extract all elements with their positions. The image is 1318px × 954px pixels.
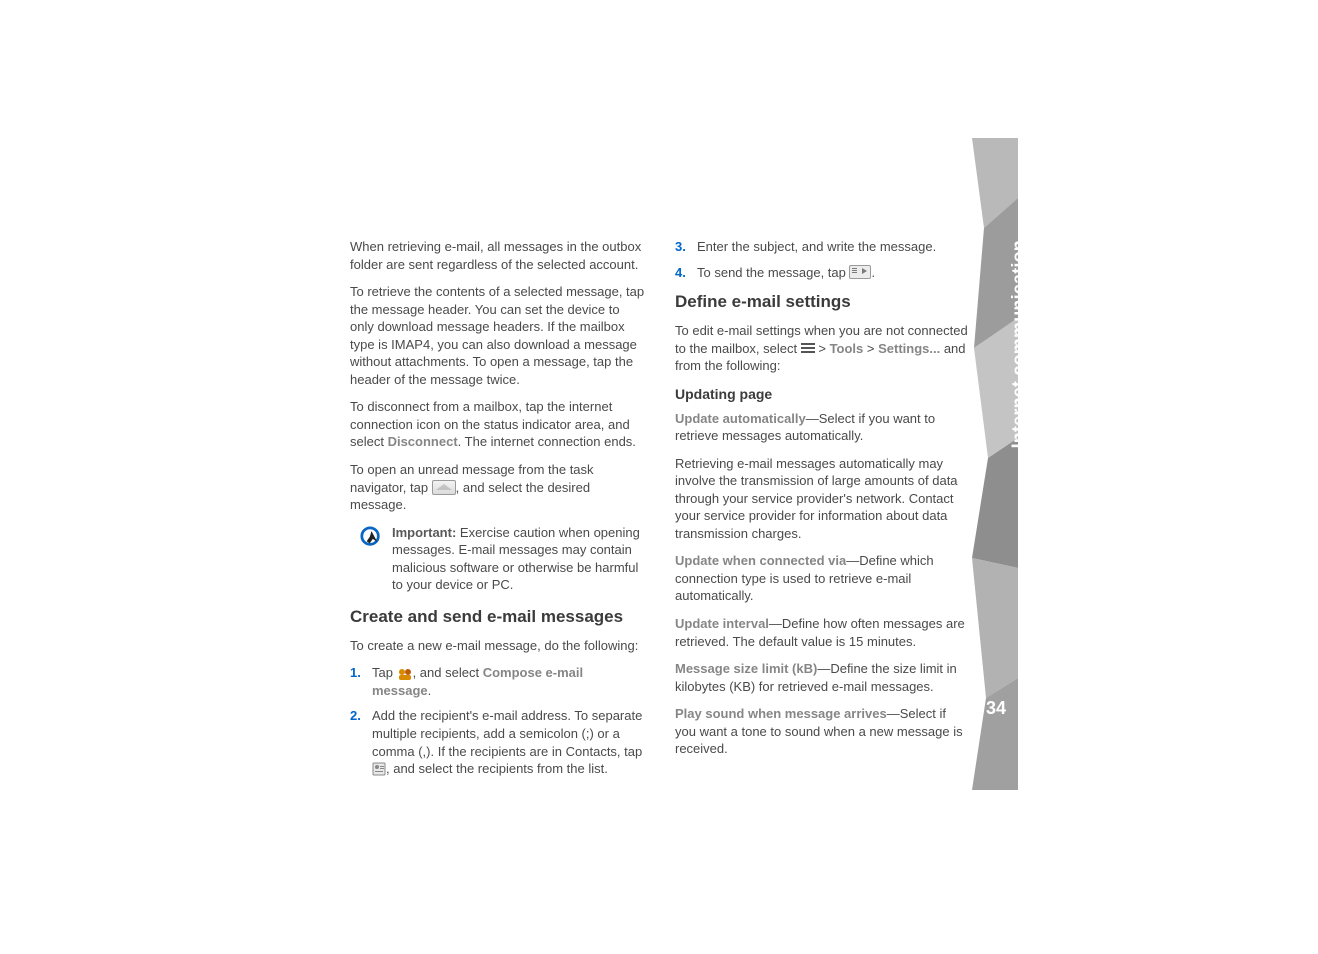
heading-updating-page: Updating page	[675, 385, 970, 404]
text: Enter the subject, and write the message…	[697, 239, 936, 254]
option-row: Update when connected via—Define which c…	[675, 552, 970, 605]
step-number: 3.	[675, 238, 686, 256]
paragraph: When retrieving e-mail, all messages in …	[350, 238, 645, 273]
side-graphic	[972, 138, 1018, 790]
left-column: When retrieving e-mail, all messages in …	[350, 238, 645, 788]
text: .	[428, 683, 432, 698]
text: Add the recipient's e-mail address. To s…	[372, 708, 642, 758]
list-item: 2. Add the recipient's e-mail address. T…	[350, 707, 645, 777]
heading-define-settings: Define e-mail settings	[675, 291, 970, 314]
text: , and select	[413, 665, 483, 680]
contacts-card-icon	[372, 762, 386, 776]
page-number: 34	[986, 698, 1006, 719]
menu-label-settings: Settings...	[878, 341, 940, 356]
paragraph: To create a new e-mail message, do the f…	[350, 637, 645, 655]
content-columns: When retrieving e-mail, all messages in …	[350, 238, 970, 788]
paragraph: Retrieving e-mail messages automatically…	[675, 455, 970, 543]
envelope-dropdown-icon	[432, 480, 456, 495]
option-label: Play sound when message arrives	[675, 706, 887, 721]
steps-list: 1. Tap , and select Compose e-mail messa…	[350, 664, 645, 777]
important-note: Important: Exercise caution when opening…	[350, 524, 645, 594]
step-number: 4.	[675, 264, 686, 282]
option-label: Update interval	[675, 616, 769, 631]
important-text: Important: Exercise caution when opening…	[392, 524, 645, 594]
list-item: 4. To send the message, tap .	[675, 264, 970, 282]
option-label: Update when connected via	[675, 553, 846, 568]
option-label: Message size limit (kB)	[675, 661, 817, 676]
step-number: 2.	[350, 707, 361, 725]
menu-label-tools: Tools	[830, 341, 864, 356]
steps-list-cont: 3. Enter the subject, and write the mess…	[675, 238, 970, 281]
text: , and select the recipients from the lis…	[386, 761, 608, 776]
text: To send the message, tap	[697, 265, 849, 280]
paragraph: To open an unread message from the task …	[350, 461, 645, 514]
right-column: 3. Enter the subject, and write the mess…	[675, 238, 970, 788]
list-item: 3. Enter the subject, and write the mess…	[675, 238, 970, 256]
menu-label-disconnect: Disconnect	[388, 434, 458, 449]
option-row: Update automatically—Select if you want …	[675, 410, 970, 445]
paragraph: To disconnect from a mailbox, tap the in…	[350, 398, 645, 451]
important-label: Important:	[392, 525, 456, 540]
option-label: Update automatically	[675, 411, 806, 426]
text: . The internet connection ends.	[458, 434, 636, 449]
text: .	[871, 265, 875, 280]
paragraph: To edit e-mail settings when you are not…	[675, 322, 970, 375]
important-icon	[360, 524, 382, 594]
heading-create-send: Create and send e-mail messages	[350, 606, 645, 629]
menu-icon	[801, 343, 815, 353]
step-number: 1.	[350, 664, 361, 682]
send-icon	[849, 265, 871, 279]
paragraph: To retrieve the contents of a selected m…	[350, 283, 645, 388]
contacts-app-icon	[397, 667, 413, 679]
option-row: Update interval—Define how often message…	[675, 615, 970, 650]
section-title-vertical: Internet communication	[1008, 240, 1029, 448]
page: When retrieving e-mail, all messages in …	[0, 0, 1318, 954]
option-row: Message size limit (kB)—Define the size …	[675, 660, 970, 695]
text: Tap	[372, 665, 397, 680]
list-item: 1. Tap , and select Compose e-mail messa…	[350, 664, 645, 699]
option-row: Play sound when message arrives—Select i…	[675, 705, 970, 758]
